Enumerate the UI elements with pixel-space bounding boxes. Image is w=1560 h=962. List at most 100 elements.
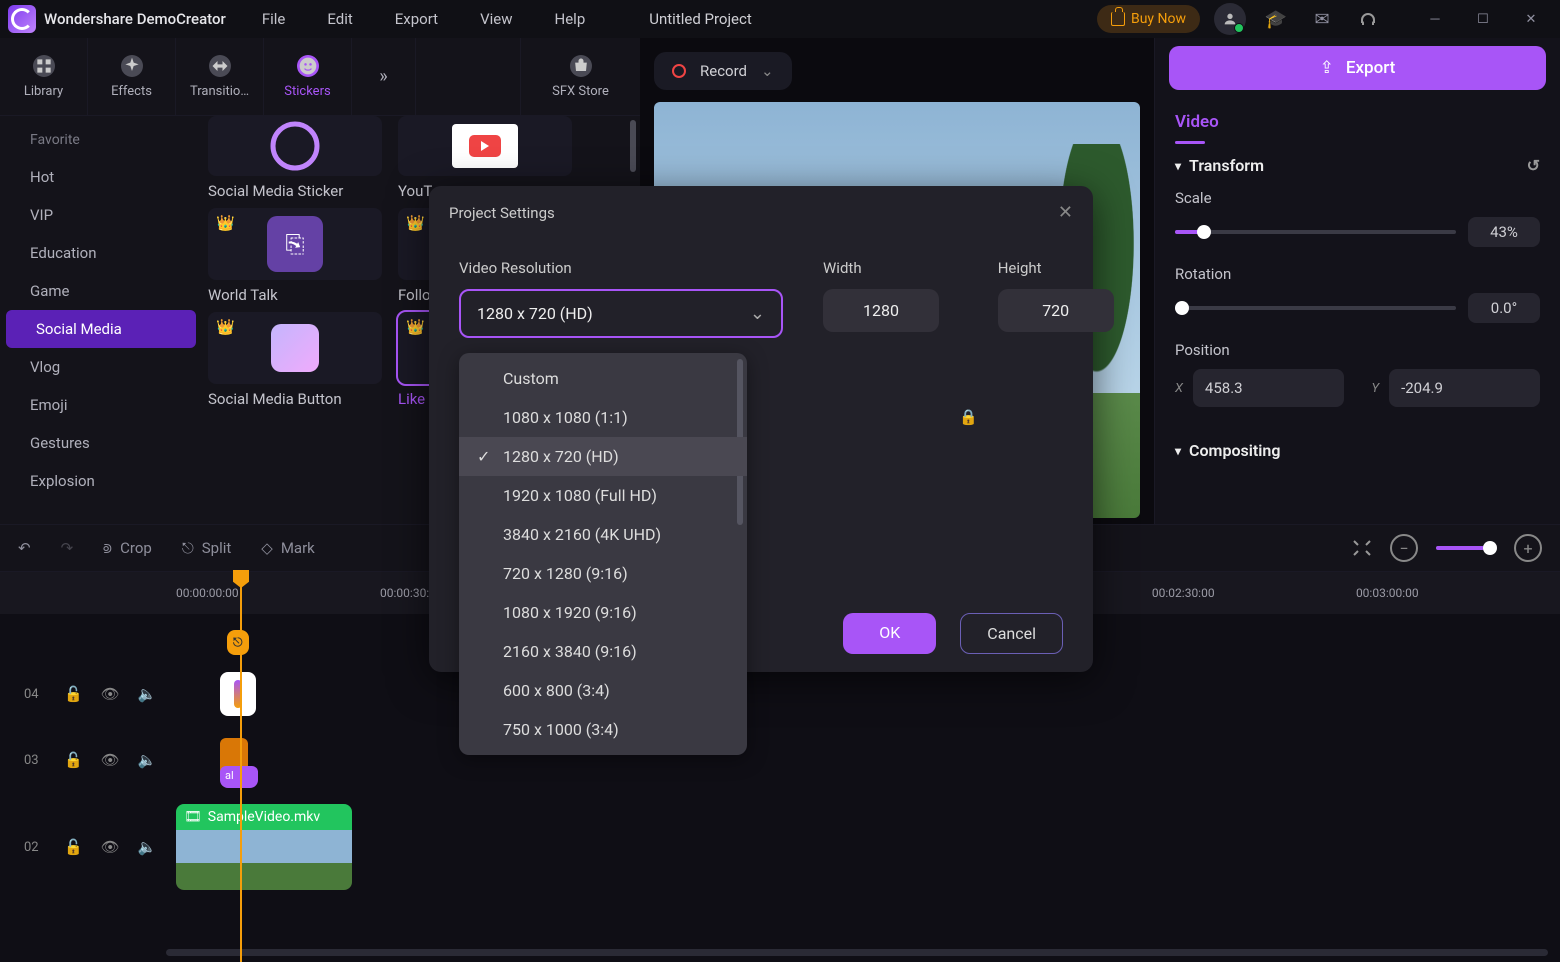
- crop-button[interactable]: ⟄Crop: [103, 539, 152, 557]
- scale-label: Scale: [1175, 189, 1540, 207]
- x-label: X: [1175, 381, 1183, 396]
- menu-view[interactable]: View: [480, 10, 512, 28]
- sticker-label: Social Media Button: [208, 390, 382, 408]
- position-x-input[interactable]: 458.3: [1193, 369, 1344, 407]
- cancel-button[interactable]: Cancel: [960, 613, 1063, 654]
- mail-icon[interactable]: ✉: [1306, 3, 1338, 35]
- mute-icon[interactable]: 🔈: [138, 751, 157, 769]
- category-emoji[interactable]: Emoji: [0, 386, 202, 424]
- resolution-option[interactable]: 600 x 800 (3:4): [459, 671, 747, 710]
- lock-aspect-icon[interactable]: 🔒: [959, 259, 978, 575]
- mute-icon[interactable]: 🔈: [138, 838, 157, 856]
- tab-transitions[interactable]: Transitio…: [176, 38, 264, 115]
- track-2: 02🔓👁🔈 🎞SampleVideo.mkv: [0, 804, 1560, 890]
- sticker-item[interactable]: 👑Social Media Button: [208, 312, 382, 408]
- export-icon: ⇪: [1320, 58, 1334, 78]
- category-list[interactable]: Favorite Hot VIP Education Game Social M…: [0, 116, 202, 524]
- clip-overlay-label[interactable]: al: [220, 766, 258, 788]
- dialog-close-button[interactable]: ✕: [1058, 202, 1073, 223]
- category-gestures[interactable]: Gestures: [0, 424, 202, 462]
- clip-sticker[interactable]: [220, 672, 256, 716]
- mark-button[interactable]: ◇Mark: [261, 539, 315, 557]
- chevron-down-icon: ⌄: [761, 62, 774, 80]
- resolution-option[interactable]: 2160 x 3840 (9:16): [459, 632, 747, 671]
- category-social-media[interactable]: Social Media: [6, 310, 196, 348]
- fit-button[interactable]: [1352, 539, 1372, 557]
- resolution-option[interactable]: 1080 x 1080 (1:1): [459, 398, 747, 437]
- thumbnail-scrollbar[interactable]: [630, 120, 636, 172]
- resolution-option[interactable]: 750 x 1000 (3:4): [459, 710, 747, 749]
- timeline-scrollbar[interactable]: [166, 949, 1548, 956]
- record-button[interactable]: Record⌄: [654, 52, 792, 90]
- undo-button[interactable]: ↶: [18, 539, 31, 557]
- category-vlog[interactable]: Vlog: [0, 348, 202, 386]
- premium-icon: 👑: [406, 214, 425, 232]
- position-y-input[interactable]: -204.9: [1389, 369, 1540, 407]
- category-vip[interactable]: VIP: [0, 196, 202, 234]
- lock-icon[interactable]: 🔓: [64, 838, 83, 856]
- headset-icon[interactable]: [1352, 3, 1384, 35]
- resolution-options[interactable]: Custom 1080 x 1080 (1:1) 1280 x 720 (HD)…: [459, 353, 747, 755]
- user-icon[interactable]: [1214, 3, 1246, 35]
- zoom-out-button[interactable]: −: [1390, 534, 1418, 562]
- tab-sfx-store[interactable]: SFX Store: [520, 38, 640, 115]
- sticker-item[interactable]: Social Media Sticker: [208, 116, 382, 200]
- export-button[interactable]: ⇪ Export: [1169, 46, 1546, 90]
- height-input[interactable]: 720: [998, 289, 1114, 332]
- lock-icon[interactable]: 🔓: [64, 751, 83, 769]
- export-label: Export: [1346, 58, 1395, 78]
- reset-icon[interactable]: ↺: [1527, 156, 1540, 175]
- tab-video[interactable]: Video: [1175, 112, 1219, 140]
- eye-icon[interactable]: 👁: [101, 685, 120, 703]
- graduation-icon[interactable]: 🎓: [1260, 3, 1292, 35]
- eye-icon[interactable]: 👁: [101, 838, 120, 856]
- lock-icon[interactable]: 🔓: [64, 685, 83, 703]
- redo-button[interactable]: ↷: [61, 539, 74, 557]
- menu-file[interactable]: File: [262, 10, 286, 28]
- resolution-option[interactable]: 3840 x 2160 (4K UHD): [459, 515, 747, 554]
- menu-help[interactable]: Help: [555, 10, 586, 28]
- category-education[interactable]: Education: [0, 234, 202, 272]
- close-button[interactable]: ✕: [1510, 4, 1552, 34]
- category-explosion[interactable]: Explosion: [0, 462, 202, 500]
- resolution-option-selected[interactable]: 1280 x 720 (HD): [459, 437, 747, 476]
- minimize-button[interactable]: ─: [1414, 4, 1456, 34]
- section-transform[interactable]: Transform↺: [1175, 156, 1540, 175]
- record-icon: [672, 64, 686, 78]
- scale-slider[interactable]: [1175, 230, 1456, 234]
- tab-more[interactable]: »: [352, 38, 416, 115]
- project-settings-dialog: Project Settings✕ Video Resolution 1280 …: [429, 186, 1093, 672]
- menu-export[interactable]: Export: [395, 10, 438, 28]
- scale-value[interactable]: 43%: [1468, 217, 1540, 247]
- split-indicator[interactable]: ⎋: [227, 630, 249, 655]
- stickers-icon: [297, 55, 319, 77]
- maximize-button[interactable]: ☐: [1462, 4, 1504, 34]
- resolution-option[interactable]: 1080 x 1920 (9:16): [459, 593, 747, 632]
- clip-video[interactable]: 🎞SampleVideo.mkv: [176, 804, 352, 890]
- eye-icon[interactable]: 👁: [101, 751, 120, 769]
- rotation-value[interactable]: 0.0°: [1468, 293, 1540, 323]
- mute-icon[interactable]: 🔈: [138, 685, 157, 703]
- buy-now-button[interactable]: Buy Now: [1097, 5, 1200, 33]
- menu-edit[interactable]: Edit: [327, 10, 352, 28]
- resolution-option[interactable]: 1920 x 1080 (Full HD): [459, 476, 747, 515]
- split-button[interactable]: ⎋Split: [182, 539, 231, 557]
- zoom-in-button[interactable]: +: [1514, 534, 1542, 562]
- zoom-slider[interactable]: [1436, 546, 1496, 550]
- resolution-option[interactable]: Custom: [459, 359, 747, 398]
- project-name: Untitled Project: [649, 10, 752, 28]
- width-label: Width: [823, 259, 939, 277]
- category-favorite[interactable]: Favorite: [0, 122, 202, 158]
- tab-library[interactable]: Library: [0, 38, 88, 115]
- tab-effects[interactable]: Effects: [88, 38, 176, 115]
- ok-button[interactable]: OK: [843, 613, 936, 654]
- width-input[interactable]: 1280: [823, 289, 939, 332]
- resolution-dropdown[interactable]: 1280 x 720 (HD): [459, 289, 783, 338]
- sticker-item[interactable]: 👑⎘World Talk: [208, 208, 382, 304]
- category-hot[interactable]: Hot: [0, 158, 202, 196]
- category-game[interactable]: Game: [0, 272, 202, 310]
- resolution-option[interactable]: 720 x 1280 (9:16): [459, 554, 747, 593]
- section-compositing[interactable]: Compositing: [1175, 441, 1540, 460]
- tab-stickers[interactable]: Stickers: [264, 38, 352, 115]
- rotation-slider[interactable]: [1175, 306, 1456, 310]
